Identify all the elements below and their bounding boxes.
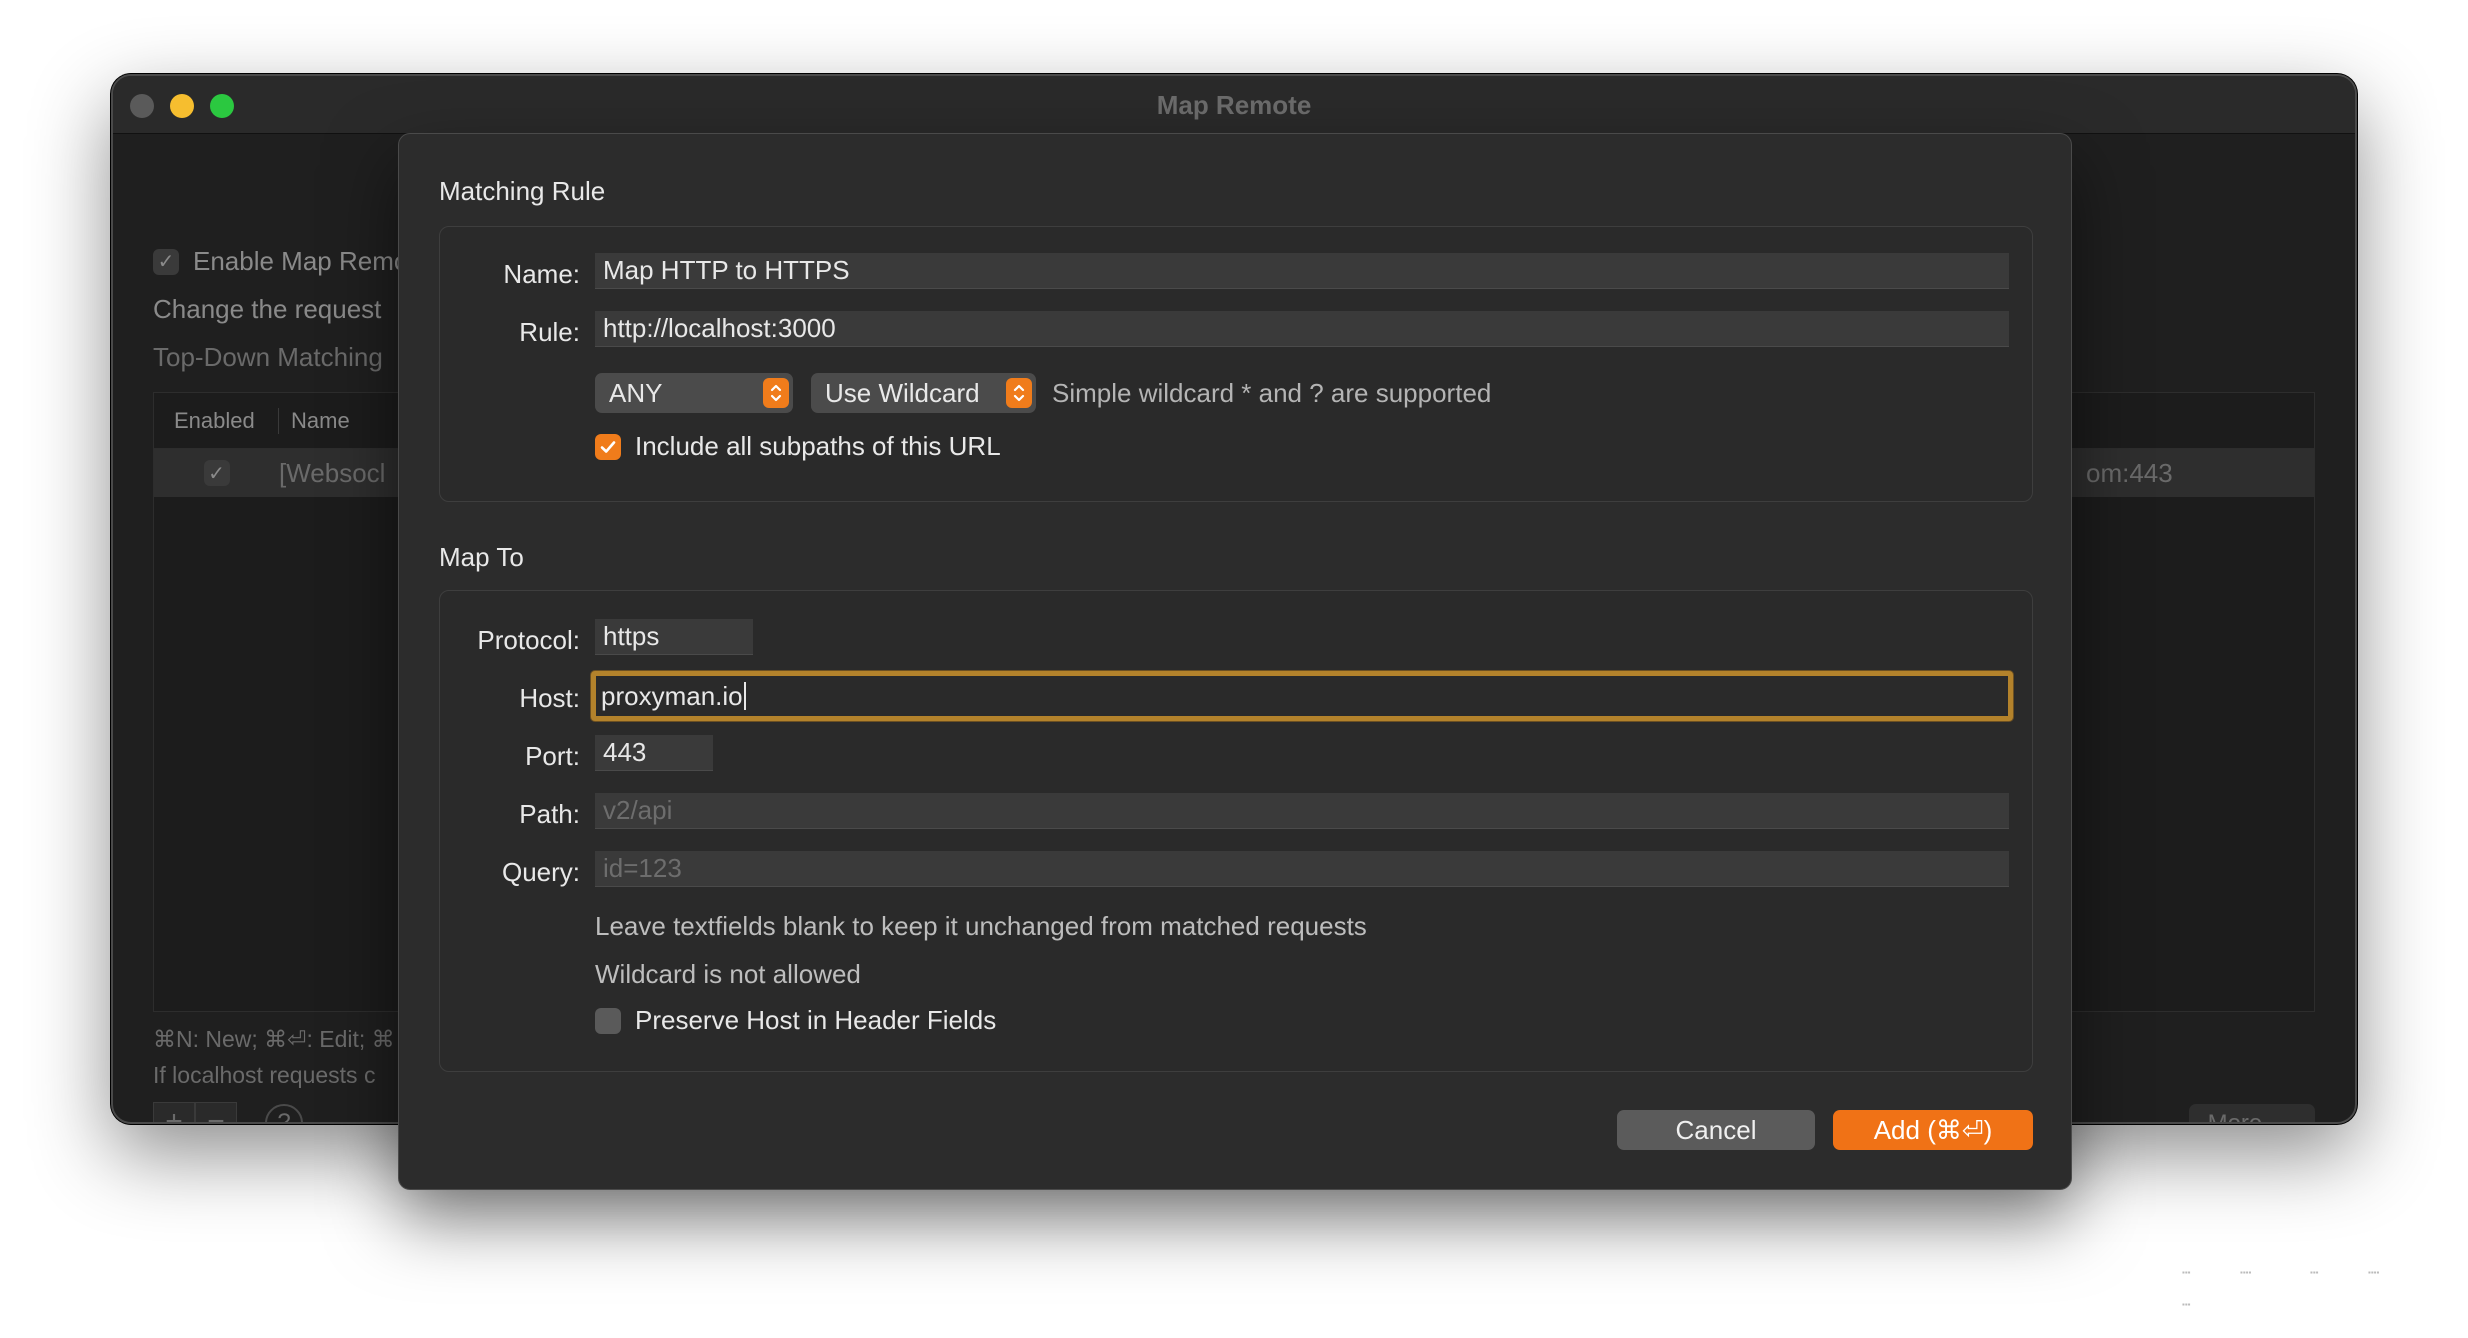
matching-rule-group: Name: Map HTTP to HTTPS Rule: http://loc… — [439, 226, 2033, 502]
rule-field[interactable]: http://localhost:3000 — [595, 311, 2009, 347]
column-header-enabled[interactable]: Enabled — [154, 407, 279, 434]
enable-map-remote-checkbox[interactable]: ✓ Enable Map Remo — [153, 246, 408, 277]
title-bar: Map Remote — [113, 76, 2355, 134]
watermark-mark: ▪▪▪▪ — [2240, 1268, 2252, 1277]
more-menu-button[interactable]: More ⌄ — [2189, 1104, 2315, 1124]
checkmark-icon — [595, 433, 621, 460]
watermark-mark: ▪▪▪ — [2182, 1268, 2191, 1277]
check-icon: ✓ — [203, 460, 230, 486]
row-name: [Websocl — [279, 457, 386, 488]
remove-rule-button[interactable]: − — [195, 1102, 237, 1122]
description-text: Change the request — [153, 294, 382, 324]
port-label: Port: — [525, 741, 580, 771]
match-type-select[interactable]: Use Wildcard — [811, 373, 1036, 413]
matching-mode-text: Top-Down Matching — [153, 342, 383, 372]
cancel-button[interactable]: Cancel — [1617, 1110, 1815, 1150]
name-label: Name: — [503, 259, 580, 289]
updown-chevron-icon — [1006, 378, 1032, 408]
map-to-group: Protocol: https Host: proxyman.io Port: … — [439, 590, 2033, 1072]
row-enabled-checkbox[interactable]: ✓ — [154, 460, 279, 486]
host-value: proxyman.io — [601, 680, 743, 711]
rule-label: Rule: — [519, 317, 580, 347]
wildcard-note: Wildcard is not allowed — [595, 959, 861, 989]
add-remove-control: + − — [153, 1102, 237, 1122]
http-method-value: ANY — [609, 377, 663, 408]
path-label: Path: — [519, 799, 580, 829]
window-title: Map Remote — [1156, 90, 1312, 120]
checkbox-icon — [595, 1007, 621, 1034]
chevron-down-icon: ⌄ — [2276, 1110, 2297, 1124]
include-subpaths-label: Include all subpaths of this URL — [635, 431, 1001, 461]
watermark-mark: ▪▪▪ — [2310, 1268, 2319, 1277]
host-field[interactable]: proxyman.io — [591, 671, 2013, 721]
shortcuts-hint: ⌘N: New; ⌘⏎: Edit; ⌘ — [153, 1026, 395, 1052]
column-header-name[interactable]: Name — [279, 408, 350, 434]
check-icon: ✓ — [153, 248, 179, 275]
row-url: om:443 — [2086, 457, 2173, 488]
help-button[interactable]: ? — [265, 1104, 303, 1122]
preserve-host-checkbox[interactable]: Preserve Host in Header Fields — [595, 1005, 996, 1036]
localhost-hint: If localhost requests c — [153, 1062, 376, 1088]
name-field[interactable]: Map HTTP to HTTPS — [595, 253, 2009, 289]
include-subpaths-checkbox[interactable]: Include all subpaths of this URL — [595, 431, 1001, 462]
add-button[interactable]: Add (⌘⏎) — [1833, 1110, 2033, 1150]
protocol-label: Protocol: — [477, 625, 580, 655]
watermark-mark: ▪▪▪▪ — [2368, 1268, 2380, 1277]
blank-fields-note: Leave textfields blank to keep it unchan… — [595, 911, 1367, 941]
path-field[interactable]: v2/api — [595, 793, 2009, 829]
watermark-mark: ▪▪▪ — [2182, 1300, 2191, 1309]
wildcard-hint: Simple wildcard * and ? are supported — [1052, 378, 1492, 408]
port-field[interactable]: 443 — [595, 735, 713, 771]
protocol-field[interactable]: https — [595, 619, 753, 655]
http-method-select[interactable]: ANY — [595, 373, 793, 413]
match-type-value: Use Wildcard — [825, 377, 980, 408]
text-caret — [743, 682, 746, 710]
enable-map-remote-label: Enable Map Remo — [193, 246, 409, 276]
add-rule-button[interactable]: + — [153, 1102, 195, 1122]
updown-chevron-icon — [763, 378, 789, 408]
map-remote-rule-sheet: Matching Rule Name: Map HTTP to HTTPS Ru… — [398, 133, 2072, 1190]
preserve-host-label: Preserve Host in Header Fields — [635, 1005, 997, 1035]
query-label: Query: — [501, 857, 580, 887]
more-label: More — [2207, 1110, 2263, 1124]
host-label: Host: — [519, 683, 580, 713]
matching-rule-title: Matching Rule — [439, 176, 606, 206]
map-to-title: Map To — [439, 542, 524, 572]
query-field[interactable]: id=123 — [595, 851, 2009, 887]
